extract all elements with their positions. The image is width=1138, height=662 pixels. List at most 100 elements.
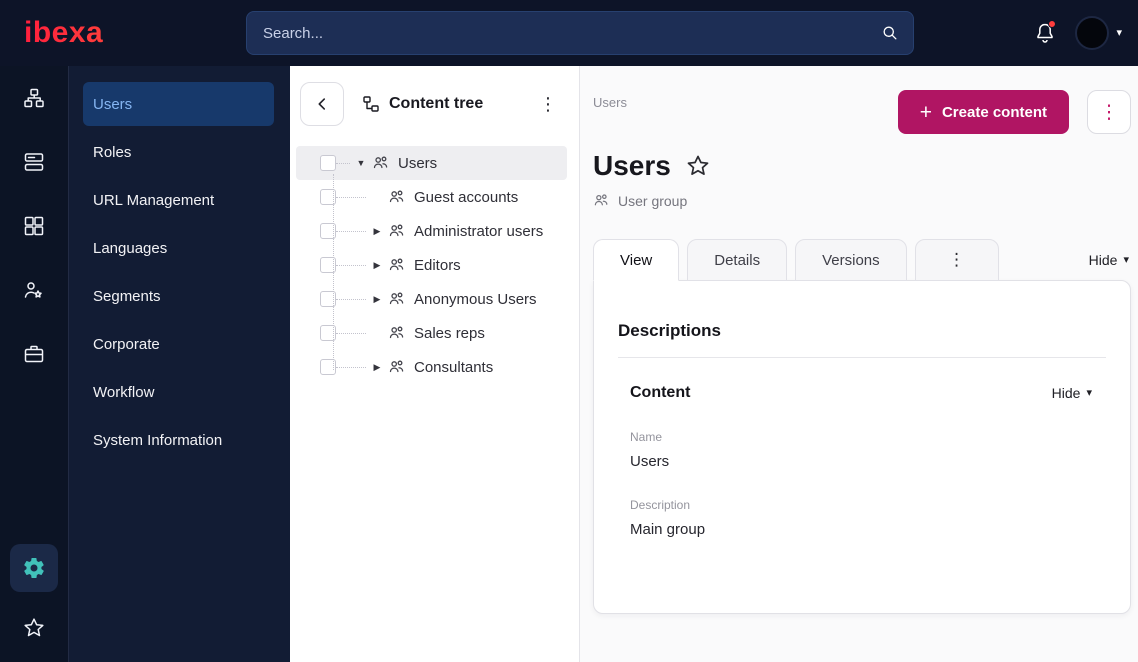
bookmarks-star-icon[interactable] [14,608,54,648]
tab-view[interactable]: View [593,239,680,281]
descriptions-heading: Descriptions [618,321,721,340]
search-icon[interactable] [880,23,900,43]
tree-checkbox[interactable] [320,359,336,375]
hide-label: Hide [1088,252,1118,268]
expand-node-icon[interactable]: ▶ [368,294,386,304]
ibexa-logo[interactable]: ibexa [24,16,136,50]
tree-connector [336,332,366,334]
user-group-icon [388,324,406,342]
content-tree-title-wrap: Content tree [362,95,483,113]
tree-connector [336,298,366,300]
tree-connector [336,366,366,368]
tree-checkbox[interactable] [320,325,336,341]
modules-icon[interactable] [14,206,54,246]
search-input[interactable] [246,11,914,55]
content-section-title: Content [630,384,691,401]
tree-row-editors[interactable]: ▶ Editors [296,248,567,282]
content-type-row: User group [593,192,1131,209]
topbar-right-cluster: ▾ [1033,16,1122,50]
user-menu[interactable]: ▾ [1075,16,1122,50]
field-description: Description Main group [630,498,1094,538]
chevron-left-icon [318,98,326,110]
content-tree-header: Content tree ⋮ [290,66,579,140]
tree-kebab-icon[interactable]: ⋮ [531,90,565,119]
sidebar-item-languages[interactable]: Languages [83,226,274,270]
tree-row-consultants[interactable]: ▶ Consultants [296,350,567,384]
expand-node-icon[interactable]: ▶ [368,226,386,236]
user-group-icon [388,256,406,274]
sidebar-item-roles[interactable]: Roles [83,130,274,174]
chevron-down-icon: ▾ [1086,386,1092,399]
content-tree: ▼ Users Guest accounts ▶ Administrator u… [290,140,579,384]
sitemap-icon[interactable] [14,78,54,118]
collapse-node-icon[interactable]: ▼ [352,158,370,168]
hide-panel-toggle[interactable]: Hide ▾ [1089,252,1131,268]
content-tree-panel: Content tree ⋮ ▼ Users Guest accounts ▶ … [290,66,580,662]
corporate-icon[interactable] [14,334,54,374]
tab-bar: View Details Versions ⋮ Hide ▾ [593,239,1131,281]
tab-versions[interactable]: Versions [795,239,907,281]
tree-checkbox[interactable] [320,291,336,307]
tree-connector [336,196,366,198]
tree-row-administrator-users[interactable]: ▶ Administrator users [296,214,567,248]
hide-section-toggle[interactable]: Hide ▾ [1052,385,1094,401]
create-content-button[interactable]: + Create content [897,90,1069,134]
field-value: Main group [630,521,706,538]
view-panel: Descriptions Content Hide ▾ Name Users D… [593,280,1131,614]
kebab-icon: ⋮ [1099,101,1119,123]
notifications-bell-icon[interactable] [1033,20,1057,45]
content-tree-title: Content tree [389,95,484,112]
tree-row-sales-reps[interactable]: Sales reps [296,316,567,350]
expand-node-icon[interactable]: ▶ [368,362,386,372]
tree-checkbox[interactable] [320,257,336,273]
create-content-label: Create content [941,103,1047,121]
user-group-icon [594,194,608,206]
tree-checkbox[interactable] [320,223,336,239]
tree-node-label: Guest accounts [414,188,519,206]
user-group-icon [388,222,406,240]
sidebar-item-corporate[interactable]: Corporate [83,322,274,366]
personalization-icon[interactable] [14,270,54,310]
content-section-header: Content Hide ▾ [630,384,1094,402]
tree-row-users[interactable]: ▼ Users [296,146,567,180]
sidebar-item-users[interactable]: Users [83,82,274,126]
user-group-icon [372,154,390,172]
tree-row-anonymous-users[interactable]: ▶ Anonymous Users [296,282,567,316]
search-bar [246,11,914,55]
tree-node-label: Users [398,154,438,172]
avatar[interactable] [1075,16,1110,50]
tree-checkbox[interactable] [320,155,336,171]
plus-icon: + [919,100,932,124]
collapse-tree-button[interactable] [300,82,344,126]
chevron-down-icon: ▾ [1123,253,1129,266]
user-group-icon [388,290,406,308]
tab-more[interactable]: ⋮ [914,239,999,281]
expand-node-icon[interactable]: ▶ [368,260,386,270]
tree-children: Guest accounts ▶ Administrator users ▶ E… [290,174,579,384]
more-actions-button[interactable]: ⋮ [1087,90,1131,134]
sidebar-item-workflow[interactable]: Workflow [83,370,274,414]
tree-node-label: Editors [414,256,461,274]
content-type-label: User group [618,192,688,209]
breadcrumb[interactable]: Users [593,95,627,110]
sidebar-item-system-information[interactable]: System Information [83,418,274,462]
app-root: ibexa ▾ [0,0,1138,662]
tree-node-label: Administrator users [414,222,544,240]
hide-label: Hide [1051,385,1081,401]
tree-row-guest-accounts[interactable]: Guest accounts [296,180,567,214]
body-row: Users Roles URL Management Languages Seg… [0,66,1138,662]
settings-gear-icon[interactable] [10,544,58,592]
favorite-star-icon[interactable] [685,153,711,179]
tree-icon [363,96,379,112]
user-group-icon [388,358,406,376]
sidebar-item-segments[interactable]: Segments [83,274,274,318]
topbar: ibexa ▾ [0,0,1138,66]
main-content: Users + Create content ⋮ Users User grou… [580,66,1138,662]
chevron-down-icon[interactable]: ▾ [1116,27,1122,39]
tree-checkbox[interactable] [320,189,336,205]
main-header: Users + Create content ⋮ [593,90,1131,134]
sidebar-item-url-management[interactable]: URL Management [83,178,274,222]
kebab-icon: ⋮ [948,250,966,269]
content-list-icon[interactable] [14,142,54,182]
tab-details[interactable]: Details [687,239,788,281]
